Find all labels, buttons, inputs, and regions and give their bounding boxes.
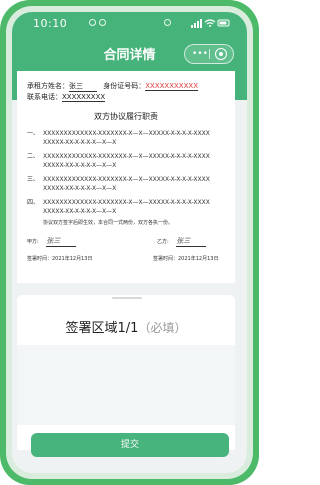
more-icon[interactable]: ••• <box>192 50 208 59</box>
sign-panel-title: 签署区域1/1（必填） <box>17 317 235 336</box>
party-b-sign: 张三 <box>176 236 207 247</box>
capsule-divider <box>209 49 210 59</box>
clause-item: 三、 XXXXXXXXXXXXX-XXXXXXX-X—X—XXXXX-X-X-X-… <box>27 174 210 183</box>
contract-document: 承租方姓名：张三 身份证号码：XXXXXXXXXXX 联系电话：XXXXXXXX… <box>17 71 235 283</box>
phone-row: 联系电话：XXXXXXXXX <box>27 92 106 102</box>
drag-handle[interactable] <box>112 297 142 299</box>
clause-item: 四、 XXXXXXXXXXXXX-XXXXXXX-X—X—XXXXX-X-X-X-… <box>27 197 210 206</box>
clause-text: XXXXXXXXXXXXX-XXXXXXX-X—X—XXXXX-X-X-X-X-… <box>43 176 210 183</box>
party-a-signature: 甲方: 张三 <box>27 236 77 247</box>
party-b-label: 乙方: <box>157 239 169 245</box>
signature-canvas[interactable] <box>17 345 235 425</box>
required-badge: （必填） <box>138 321 187 335</box>
clause-text: XXXXXXXXXXXXX-XXXXXXX-X—X—XXXXX-X-X-X-X-… <box>43 130 210 137</box>
sign-panel: 签署区域1/1（必填） <box>17 295 235 450</box>
date-b: 签署时间：2021年12月13日 <box>153 256 219 262</box>
party-b-signature: 乙方: 张三 <box>157 236 207 247</box>
submit-button[interactable]: 提交 <box>31 433 229 457</box>
clause-item: 二、 XXXXXXXXXXXXX-XXXXXXX-X—X—XXXXX-X-X-X-… <box>27 151 210 160</box>
clause-item-cont: XXXXX-XX-X-X-X-X—X—X <box>43 185 117 192</box>
party-a-sign: 张三 <box>46 236 77 247</box>
date-a: 签署时间：2021年12月13日 <box>27 256 93 262</box>
clause-item-cont: XXXXX-XX-X-X-X-X—X—X <box>43 139 117 146</box>
clause-item-cont: XXXXX-XX-X-X-X-X—X—X <box>43 208 117 215</box>
tenant-name-value: 张三 <box>69 81 97 92</box>
close-target-icon[interactable] <box>215 48 227 60</box>
contract-note: 协议双方签字后即生效，本合同一式两份，双方各执一份。 <box>43 220 174 226</box>
phone-value: XXXXXXXXX <box>62 93 106 102</box>
camera-dots <box>86 17 176 27</box>
dot-icon <box>164 19 171 26</box>
clause-number: 三、 <box>27 176 40 183</box>
clause-item-cont: XXXXX-XX-X-X-X-X—X—X <box>43 162 117 169</box>
tenant-name-label: 承租方姓名： <box>27 82 69 90</box>
clause-item: 一、 XXXXXXXXXXXXX-XXXXXXX-X—X—XXXXX-X-X-X-… <box>27 128 210 137</box>
dot-icon <box>99 19 106 26</box>
phone-label: 联系电话： <box>27 93 62 101</box>
signal-wifi-battery-icon <box>191 19 230 28</box>
clause-text: XXXXXXXXXXXXX-XXXXXXX-X—X—XXXXX-X-X-X-X-… <box>43 199 210 206</box>
clause-number: 二、 <box>27 153 40 160</box>
mini-program-capsule: ••• <box>184 44 234 64</box>
id-value: XXXXXXXXXXX <box>145 82 198 91</box>
status-bar: 10:10 <box>12 12 247 34</box>
dot-icon <box>89 19 96 26</box>
clause-number: 一、 <box>27 130 40 137</box>
sign-area-label: 签署区域1/1 <box>65 321 139 336</box>
clause-number: 四、 <box>27 199 40 206</box>
tenant-row: 承租方姓名：张三 身份证号码：XXXXXXXXXXX <box>27 81 198 92</box>
section-title: 双方协议履行职责 <box>94 112 158 121</box>
nav-bar: 合同详情 ••• <box>12 38 247 68</box>
status-time: 10:10 <box>33 17 68 30</box>
id-label: 身份证号码： <box>103 82 146 90</box>
party-a-label: 甲方: <box>27 239 39 245</box>
clause-text: XXXXXXXXXXXXX-XXXXXXX-X—X—XXXXX-X-X-X-X-… <box>43 153 210 160</box>
